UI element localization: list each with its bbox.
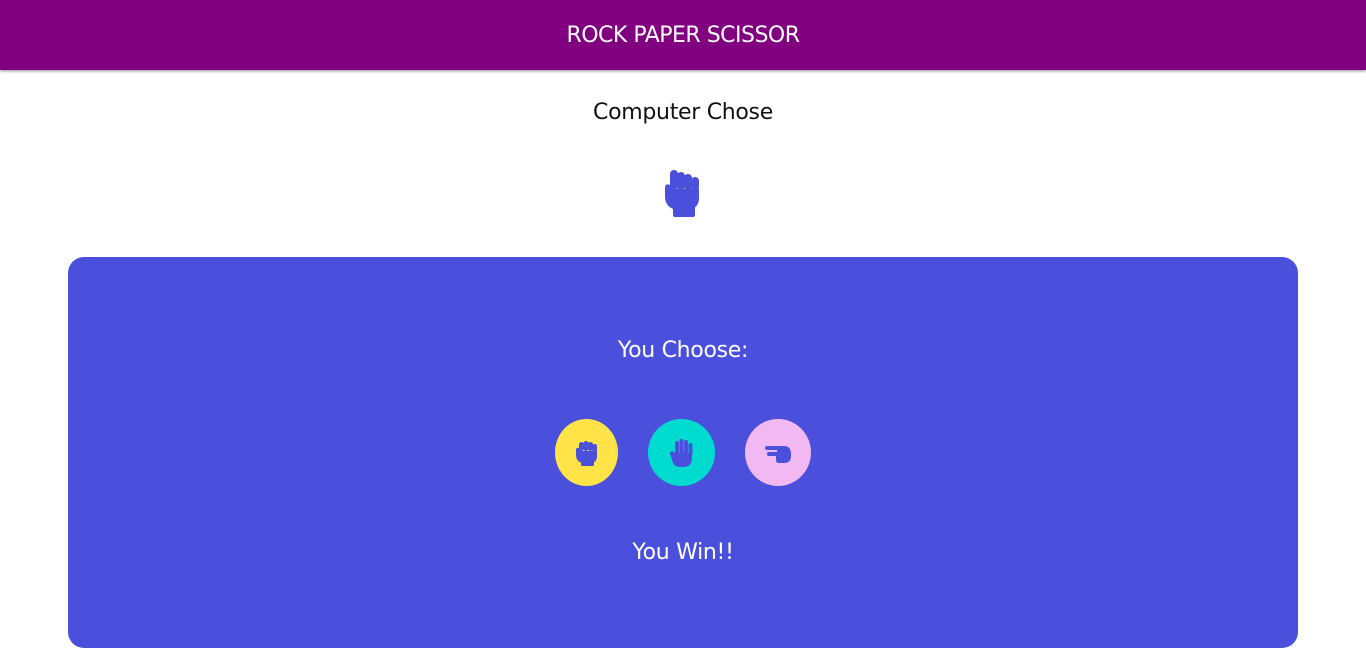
rock-button[interactable] (555, 419, 618, 486)
fist-icon (575, 440, 597, 466)
paper-button[interactable] (648, 419, 715, 486)
scissor-button[interactable] (745, 419, 811, 486)
computer-choice-label: Computer Chose (593, 100, 773, 125)
player-panel: You Choose: You Win!! (68, 257, 1298, 648)
rock-hand-icon (665, 170, 699, 217)
scissors-hand-icon (765, 445, 791, 463)
result-message: You Win!! (632, 540, 734, 565)
app-header: ROCK PAPER SCISSOR (0, 0, 1366, 70)
open-hand-icon (669, 438, 692, 467)
app-title: ROCK PAPER SCISSOR (566, 22, 800, 48)
player-choice-label: You Choose: (617, 338, 749, 363)
